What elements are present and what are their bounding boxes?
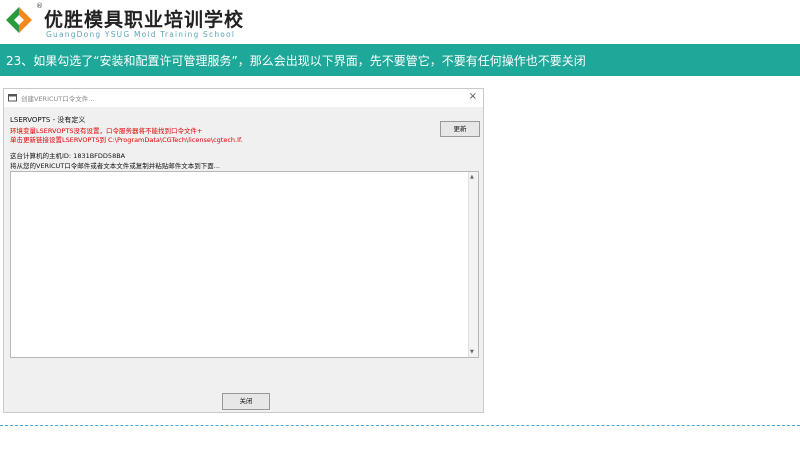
- close-button[interactable]: 关闭: [222, 393, 270, 410]
- dialog-title: 创建VERICUT口令文件...: [21, 95, 95, 103]
- school-subtitle: GuangDong YSUG Mold Training School: [46, 30, 236, 39]
- update-hint: 单击更新链接设置LSERVOPTS到 C:\ProgramData\CGTech…: [10, 136, 243, 144]
- school-title: 优胜模具职业培训学校: [44, 9, 245, 31]
- scroll-up-icon[interactable]: ▲: [470, 174, 474, 180]
- update-button[interactable]: 更新: [440, 121, 480, 137]
- dashed-divider: [0, 425, 800, 426]
- vericut-password-dialog: 创建VERICUT口令文件... × LSERVOPTS - 没有定义 环境变量…: [3, 88, 484, 413]
- lservopts-status: LSERVOPTS - 没有定义: [10, 116, 86, 124]
- scroll-down-icon[interactable]: ▼: [470, 349, 474, 355]
- window-icon: [8, 94, 17, 102]
- dialog-titlebar: 创建VERICUT口令文件... ×: [4, 89, 483, 107]
- license-text-area[interactable]: ▲ ▼: [10, 171, 479, 358]
- vertical-scrollbar[interactable]: ▲ ▼: [468, 172, 478, 357]
- close-icon[interactable]: ×: [469, 91, 477, 102]
- school-logo-icon: [6, 7, 32, 33]
- banner-text: 23、如果勾选了“安装和配置许可管理服务”，那么会出现以下界面，先不要管它，不要…: [6, 54, 586, 68]
- registered-mark: ®: [36, 2, 43, 10]
- instruction-banner: 23、如果勾选了“安装和配置许可管理服务”，那么会出现以下界面，先不要管它，不要…: [0, 44, 800, 76]
- paste-instructions: 将从您的VERICUT口令邮件或者文本文件或复制并粘贴邮件文本到下面...: [10, 162, 220, 170]
- host-id-label: 这台计算机的主机ID: 1831BFDD58BA: [10, 152, 126, 160]
